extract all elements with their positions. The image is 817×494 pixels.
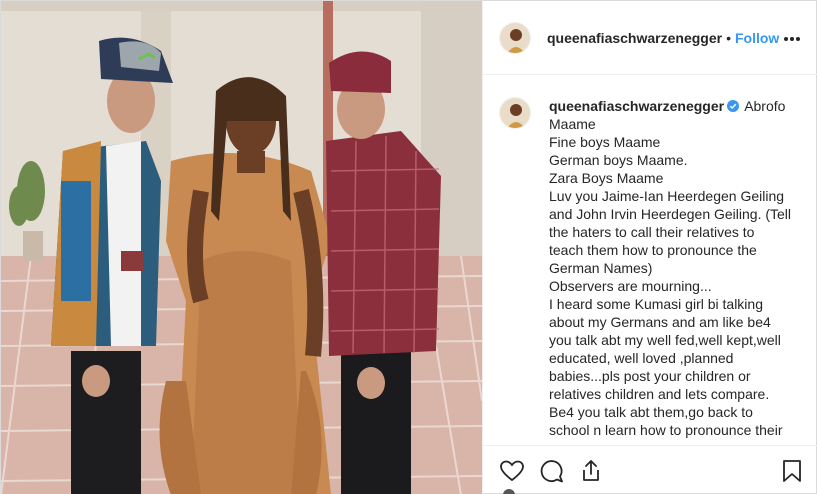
caption-line: I heard some Kumasi girl bi talking [549,296,763,312]
instagram-post: queenafiaschwarzenegger • Follow queenaf… [0,0,817,494]
post-photo[interactable] [1,1,482,494]
action-bar [483,445,817,494]
liked-by-avatar [503,489,515,494]
caption-line: babies...pls post your children or [549,368,751,384]
caption: queenafiaschwarzenegger Abrofo Maame Fin… [499,97,802,439]
verified-badge-icon [727,100,740,112]
comment-icon[interactable] [538,458,564,484]
caption-line: Be4 you talk abt them,go back to [549,404,753,420]
caption-line: and John Irvin Heerdegen Geiling. (Tell [549,206,792,222]
share-icon[interactable] [578,458,604,484]
caption-text: queenafiaschwarzenegger Abrofo Maame Fin… [549,97,801,439]
caption-line: German Names) [549,260,653,276]
caption-line: Fine boys Maame [549,134,661,150]
post-username[interactable]: queenafiaschwarzenegger [547,30,722,46]
caption-line: educated, well loved ,planned [549,350,734,366]
caption-line: teach them how to pronounce the [549,242,757,258]
caption-line: the haters to call their relatives to [549,224,755,240]
post-header: queenafiaschwarzenegger • Follow [483,1,817,75]
caption-line: about my Germans and am like be4 [549,314,771,330]
caption-line: German boys Maame. [549,152,688,168]
caption-line: relatives children and lets compare. [549,386,770,402]
avatar[interactable] [499,21,531,54]
caption-line: Observers are mourning... [549,278,712,294]
caption-first-line: Abrofo [744,98,786,114]
caption-avatar[interactable] [499,97,531,129]
caption-line: Luv you Jaime-Ian Heerdegen Geiling [549,188,785,204]
bookmark-icon[interactable] [779,458,805,484]
post-side-panel: queenafiaschwarzenegger • Follow queenaf… [482,1,817,494]
caption-username[interactable]: queenafiaschwarzenegger [549,98,724,114]
photo-illustration [1,1,482,494]
caption-line: Maame [549,116,596,132]
caption-line: you talk abt my well fed,well kept,well [549,332,781,348]
caption-line: school n learn how to pronounce their [549,422,783,438]
caption-line: Zara Boys Maame [549,170,664,186]
caption-area[interactable]: queenafiaschwarzenegger Abrofo Maame Fin… [483,75,817,445]
separator-dot: • [726,29,731,46]
follow-button[interactable]: Follow [735,30,779,46]
more-options-icon[interactable] [782,29,802,49]
heart-icon[interactable] [499,458,525,484]
